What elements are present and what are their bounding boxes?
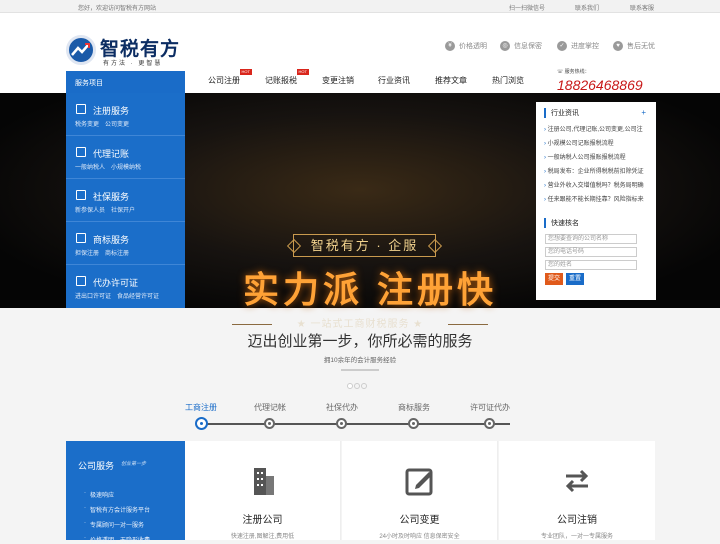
step-marker[interactable]: [484, 418, 495, 429]
top-bar: 您好，欢迎访问智税有方网站 扫一扫微信号 联系我们 联系客服: [0, 0, 720, 13]
menu-item-registration[interactable]: 注册服务 税务变更 公司变更: [66, 93, 185, 136]
menu-item-trademark[interactable]: 商标服务 担保注册 商标注册: [66, 222, 185, 265]
quick-query-title: 快速核名: [544, 218, 579, 228]
brand-name: 智税有方: [100, 38, 181, 60]
step-marker[interactable]: [195, 417, 208, 430]
shield-icon: [76, 190, 86, 200]
nav-item-news[interactable]: 行业资讯: [378, 75, 410, 86]
service-panel-subtitle: 创业第一步: [121, 461, 147, 467]
transfer-icon: [565, 469, 589, 493]
feature-progress: ✓ 进度掌控: [557, 41, 599, 51]
card-name: 注册公司: [242, 515, 283, 526]
section-divider: [341, 369, 379, 371]
service-menu-title[interactable]: 服务项目: [66, 71, 185, 93]
nav-item-bookkeeping[interactable]: 记账报税 HOT: [265, 69, 309, 86]
site-logo[interactable]: 智税有方 有方法 · 更智慧: [66, 33, 196, 73]
feature-price: ¥ 价格透明: [445, 41, 487, 51]
card-desc: 专业团队，一对一专属服务: [540, 534, 613, 540]
hot-badge: HOT: [296, 69, 309, 75]
submit-button[interactable]: 提交: [545, 273, 563, 285]
brand-slogan: 有方法 · 更智慧: [103, 61, 163, 67]
slide-dot[interactable]: [354, 383, 360, 389]
tab-trademark[interactable]: 商标服务: [398, 402, 430, 413]
slide-dots: [347, 382, 368, 391]
card-name: 公司注销: [557, 515, 597, 526]
card-name: 公司变更: [399, 515, 440, 526]
banner-frame-text: 智税有方 · 企服: [293, 234, 436, 257]
news-item[interactable]: 注册公司,代理记账,公司变更,公司注: [544, 124, 652, 133]
hotline-number[interactable]: 18826468869: [557, 77, 643, 93]
service-bullet: 极速响应: [84, 490, 114, 499]
edit-icon: [405, 468, 433, 496]
tab-bookkeeping[interactable]: 代理记帐: [254, 402, 286, 413]
slide-dot[interactable]: [361, 383, 367, 389]
more-news-button[interactable]: +: [641, 108, 646, 117]
news-item[interactable]: 营业外收入交增值税吗？税务局明确: [544, 180, 652, 189]
hot-badge: HOT: [239, 69, 252, 75]
price-icon: ¥: [445, 41, 455, 51]
slide-dot[interactable]: [347, 383, 353, 389]
news-title: 行业资讯: [544, 108, 579, 118]
support-link[interactable]: 联系客服: [630, 3, 654, 12]
welcome-text: 您好，欢迎访问智税有方网站: [78, 6, 157, 12]
service-card-change[interactable]: 公司变更 24小时及时响应 信息保密安全: [342, 441, 498, 540]
edit-icon: [76, 147, 86, 157]
menu-item-bookkeeping[interactable]: 代理记账 一般纳税人 小规模纳税: [66, 136, 185, 179]
menu-item-social-security[interactable]: 社保服务 新参保人员 社保开户: [66, 179, 185, 222]
tab-business-registration[interactable]: 工商注册: [185, 402, 217, 413]
banner-divider: [448, 324, 488, 325]
service-card-register[interactable]: 注册公司 快速注册,图解注,费用低: [185, 441, 341, 540]
banner-subline: ★ 一站式工商财税服务 ★: [296, 319, 424, 330]
news-item[interactable]: 一般纳税人公司报账报税流程: [544, 152, 652, 161]
logo-mark-icon: [66, 35, 96, 65]
lock-icon: ◎: [500, 41, 510, 51]
feature-aftersale: ♥ 售后无忧: [613, 41, 655, 51]
contact-link[interactable]: 联系我们: [575, 3, 599, 12]
phone-input[interactable]: 您的电话号码: [545, 247, 637, 257]
name-input[interactable]: 您的姓名: [545, 260, 637, 270]
step-marker[interactable]: [408, 418, 419, 429]
tab-social-security[interactable]: 社保代办: [326, 402, 358, 413]
news-item[interactable]: 任来跟能不能长期挂靠？风险指标来: [544, 194, 652, 203]
section-subtitle: 拥10余年的会计服务经验: [323, 357, 397, 364]
news-item[interactable]: 小规模公司记账报税流程: [544, 138, 652, 147]
wechat-link[interactable]: 扫一扫微信号: [509, 3, 545, 12]
home-icon: [76, 233, 86, 243]
section-title: 迈出创业第一步，你所必需的服务: [247, 333, 473, 350]
nav-item-change[interactable]: 变更注销: [322, 75, 354, 86]
right-panel: 行业资讯 + 注册公司,代理记账,公司变更,公司注 小规模公司记账报税流程 一般…: [536, 102, 656, 300]
step-marker[interactable]: [336, 418, 347, 429]
card-desc: 快速注册,图解注,费用低: [230, 534, 295, 540]
heart-icon: ♥: [613, 41, 623, 51]
company-service-panel: 公司服务 创业第一步 极速响应 智税有方会计服务平台 专属顾问一对一服务 价格透…: [66, 441, 185, 544]
step-track: [198, 423, 510, 425]
company-name-input[interactable]: 您想要查询的公司名称: [545, 234, 637, 244]
service-card-cancel[interactable]: 公司注销 专业团队，一对一专属服务: [499, 441, 655, 540]
service-panel-title: 公司服务: [78, 461, 115, 471]
document-icon: [76, 276, 86, 286]
tab-license[interactable]: 许可证代办: [470, 402, 510, 413]
nav-item-articles[interactable]: 推荐文章: [435, 75, 467, 86]
service-bullet: 智税有方会计服务平台: [84, 505, 150, 514]
briefcase-icon: [76, 104, 86, 114]
banner-headline: 实力派 注册快: [242, 269, 497, 310]
service-bullet: 专属顾问一对一服务: [84, 520, 144, 529]
feature-privacy: ◎ 信息保密: [500, 41, 542, 51]
nav-item-popular[interactable]: 热门浏览: [492, 75, 524, 86]
nav-item-registration[interactable]: 公司注册 HOT: [208, 69, 252, 86]
phone-icon: ☏ 服务热线：: [557, 69, 590, 75]
news-item[interactable]: 税局发布：企业所得税税前扣除凭证: [544, 166, 652, 175]
service-menu: 注册服务 税务变更 公司变更 代理记账 一般纳税人 小规模纳税 社保服务 新参保人员 …: [66, 93, 185, 308]
card-desc: 24小时及时响应 信息保密安全: [379, 534, 460, 540]
building-icon: [254, 468, 274, 495]
step-marker[interactable]: [264, 418, 275, 429]
shield-icon: ✓: [557, 41, 567, 51]
menu-item-license[interactable]: 代办许可证 进出口许可证 食品经营许可证: [66, 265, 185, 308]
reset-button[interactable]: 重置: [566, 273, 584, 285]
